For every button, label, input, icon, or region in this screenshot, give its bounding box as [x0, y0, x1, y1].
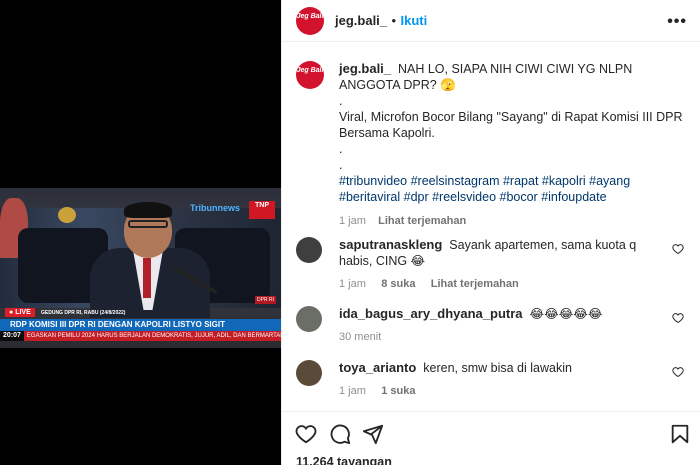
ticker-text: EGASKAN PEMILU 2024 HARUS BERJALAN DEMOK…: [23, 331, 281, 341]
live-badge: ● LIVE: [5, 308, 35, 317]
comment-username[interactable]: saputranaskleng: [339, 237, 442, 252]
post-panel: Jeg Bali jeg.bali_ • Ikuti ••• Jeg Bali …: [281, 0, 700, 465]
like-heart-icon[interactable]: [295, 423, 317, 445]
live-bar: ● LIVE GEDUNG DPR RI, RABU (24/8/2022): [0, 305, 281, 318]
more-options-icon[interactable]: •••: [667, 13, 687, 31]
like-comment-heart-icon[interactable]: [672, 366, 684, 378]
caption-dot: .: [339, 158, 343, 172]
comment-translate-link[interactable]: Lihat terjemahan: [431, 278, 519, 290]
commenter-avatar[interactable]: [296, 237, 322, 263]
like-comment-heart-icon[interactable]: [672, 312, 684, 324]
location-label: GEDUNG DPR RI, RABU (24/8/2022): [41, 310, 126, 316]
comment-body: ida_bagus_ary_dhyana_putra 😂😂😂😂😂 30 meni…: [339, 306, 669, 345]
caption-translate-link[interactable]: Lihat terjemahan: [378, 215, 466, 227]
dpr-badge: DPR RI: [255, 296, 276, 304]
dpr-emblem-icon: [58, 207, 76, 223]
header-separator: •: [391, 13, 397, 28]
caption-time[interactable]: 1 jam: [339, 215, 366, 227]
commenter-avatar[interactable]: [296, 360, 322, 386]
caption-dot: .: [339, 94, 343, 108]
caption-body: jeg.bali_ NAH LO, SIAPA NIH CIWI CIWI YG…: [339, 61, 689, 229]
video-frame[interactable]: Tribunnews TNP DPR RI ● LIVE GEDUNG DPR …: [0, 188, 281, 348]
comment-body: toya_arianto keren, smw bisa di lawakin …: [339, 360, 669, 399]
save-bookmark-icon[interactable]: [669, 423, 691, 445]
author-username[interactable]: jeg.bali_: [335, 13, 387, 28]
commenter-avatar[interactable]: [296, 306, 322, 332]
post-header: Jeg Bali jeg.bali_ • Ikuti •••: [282, 0, 700, 42]
caption-hashtags[interactable]: #tribunvideo #reelsinstagram #rapat #kap…: [339, 173, 689, 205]
comment-username[interactable]: ida_bagus_ary_dhyana_putra: [339, 306, 523, 321]
caption-avatar[interactable]: Jeg Bali: [296, 61, 324, 89]
caption-text: Viral, Microfon Bocor Bilang "Sayang" di…: [339, 110, 683, 140]
news-ticker: 20:07 EGASKAN PEMILU 2024 HARUS BERJALAN …: [0, 331, 281, 341]
video-speaker-tie: [143, 258, 151, 298]
comment-likes[interactable]: 1 suka: [381, 385, 415, 397]
tribunnews-logo: Tribunnews: [190, 203, 241, 213]
comment-text: 😂😂😂😂😂: [529, 307, 603, 321]
comment-likes[interactable]: 8 suka: [381, 278, 415, 290]
author-avatar[interactable]: Jeg Bali: [296, 7, 324, 35]
comment-body: saputranaskleng Sayank apartemen, sama k…: [339, 237, 669, 292]
post-media[interactable]: Tribunnews TNP DPR RI ● LIVE GEDUNG DPR …: [0, 0, 281, 465]
video-speaker-hair: [124, 202, 172, 218]
comment-text: keren, smw bisa di lawakin: [423, 361, 572, 375]
comment-time[interactable]: 1 jam: [339, 385, 366, 397]
caption-dot: .: [339, 142, 343, 156]
comment-time[interactable]: 1 jam: [339, 278, 366, 290]
comment-time[interactable]: 30 menit: [339, 331, 381, 343]
comment-bubble-icon[interactable]: [329, 423, 351, 445]
share-send-icon[interactable]: [362, 423, 384, 445]
comment-username[interactable]: toya_arianto: [339, 360, 416, 375]
caption-username[interactable]: jeg.bali_: [339, 61, 391, 76]
video-speaker-glasses: [128, 220, 168, 228]
post-actions: [282, 411, 700, 451]
view-count: 11.264 tayangan: [296, 455, 392, 465]
tnp-logo: TNP: [249, 201, 275, 219]
ticker-time: 20:07: [0, 331, 24, 341]
like-comment-heart-icon[interactable]: [672, 243, 684, 255]
headline-bar: RDP KOMISI III DPR RI DENGAN KAPOLRI LIS…: [0, 319, 281, 331]
follow-button[interactable]: Ikuti: [401, 13, 428, 28]
